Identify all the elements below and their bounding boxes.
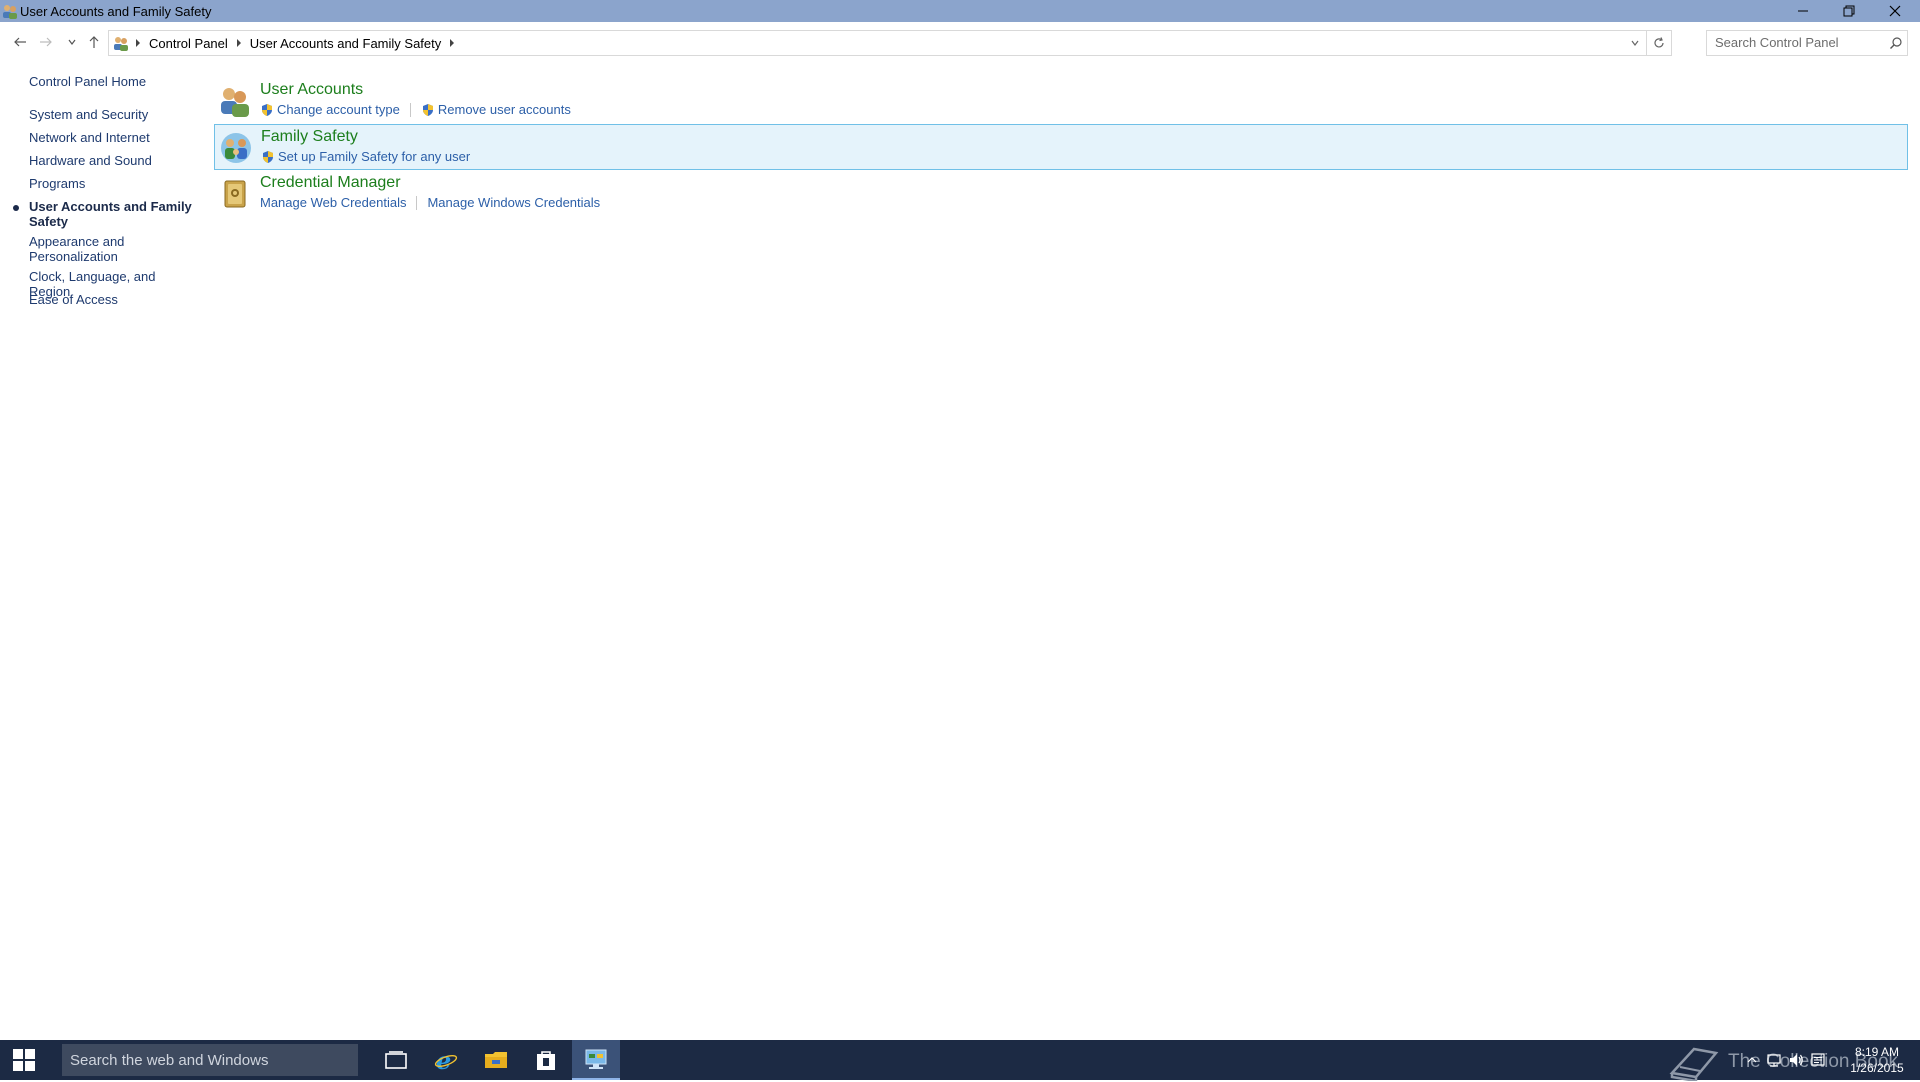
network-button[interactable] xyxy=(1766,1052,1782,1068)
uac-shield-icon xyxy=(262,103,272,116)
search-icon[interactable] xyxy=(1889,36,1903,50)
back-arrow-icon xyxy=(14,37,26,47)
notification-icon xyxy=(1811,1053,1825,1066)
book-logo-icon xyxy=(1669,1047,1719,1081)
sidebar-item-system-security[interactable]: System and Security xyxy=(29,107,194,122)
change-account-type-link[interactable]: Change account type xyxy=(260,102,400,117)
refresh-button[interactable] xyxy=(1646,31,1671,55)
restore-icon xyxy=(1843,5,1855,17)
active-item-bullet xyxy=(13,205,19,211)
users-icon xyxy=(221,88,249,117)
volume-button[interactable] xyxy=(1788,1052,1804,1068)
speaker-icon xyxy=(1790,1054,1803,1066)
forward-button[interactable] xyxy=(36,32,56,52)
start-button[interactable] xyxy=(0,1040,48,1080)
folder-icon xyxy=(485,1052,507,1068)
store-button[interactable] xyxy=(522,1040,570,1080)
category-title[interactable]: Family Safety xyxy=(261,128,358,146)
chevron-down-icon xyxy=(68,39,76,45)
control-panel-icon xyxy=(585,1049,607,1069)
setup-family-safety-link[interactable]: Set up Family Safety for any user xyxy=(261,149,470,164)
sidebar-item-appearance[interactable]: Appearance and Personalization xyxy=(29,234,194,264)
credential-vault-icon xyxy=(224,180,246,208)
sidebar-item-network-internet[interactable]: Network and Internet xyxy=(29,130,194,145)
chevron-right-icon xyxy=(450,39,455,47)
action-center-button[interactable] xyxy=(1810,1052,1826,1068)
back-button[interactable] xyxy=(10,32,30,52)
taskbar-clock[interactable]: 8:19 AM 1/26/2015 xyxy=(1842,1044,1912,1076)
window-title: User Accounts and Family Safety xyxy=(20,4,212,19)
uac-shield-icon xyxy=(422,103,433,116)
breadcrumb-control-panel[interactable]: Control Panel xyxy=(143,36,234,51)
windows-logo-icon xyxy=(13,1049,35,1071)
control-panel-home-link[interactable]: Control Panel Home xyxy=(29,74,194,89)
remove-user-accounts-link[interactable]: Remove user accounts xyxy=(421,102,571,117)
chevron-down-icon xyxy=(1631,40,1639,46)
navigation-bar: Control Panel User Accounts and Family S… xyxy=(0,22,1920,60)
file-explorer-button[interactable] xyxy=(472,1040,520,1080)
breadcrumb-separator[interactable] xyxy=(133,39,143,47)
category-family-safety[interactable]: Family Safety Set up Family Safety for a… xyxy=(214,124,1908,170)
link-separator xyxy=(409,102,411,117)
category-user-accounts[interactable]: User Accounts Change account type Remove… xyxy=(214,78,1908,124)
internet-explorer-icon: e xyxy=(434,1048,458,1072)
up-arrow-icon xyxy=(89,36,99,48)
breadcrumb: Control Panel User Accounts and Family S… xyxy=(113,31,457,55)
category-links: Manage Web Credentials Manage Windows Cr… xyxy=(260,195,600,210)
clock-date: 1/26/2015 xyxy=(1850,1061,1904,1075)
recent-locations-button[interactable] xyxy=(62,32,82,52)
breadcrumb-separator[interactable] xyxy=(447,39,457,47)
control-panel-taskbar-button[interactable] xyxy=(572,1040,620,1080)
chevron-up-icon xyxy=(1747,1057,1757,1063)
taskbar: Search the web and Windows e The Collect… xyxy=(0,1040,1920,1081)
network-icon xyxy=(1767,1054,1781,1067)
category-links: Change account type Remove user accounts xyxy=(260,102,571,117)
store-icon xyxy=(537,1051,555,1070)
chevron-right-icon xyxy=(136,39,140,47)
category-links: Set up Family Safety for any user xyxy=(261,149,470,164)
close-icon xyxy=(1889,5,1901,17)
minimize-button[interactable] xyxy=(1780,0,1826,22)
taskbar-search-box[interactable]: Search the web and Windows xyxy=(62,1044,358,1076)
forward-arrow-icon xyxy=(40,37,52,47)
task-view-icon xyxy=(385,1051,407,1069)
restore-button[interactable] xyxy=(1826,0,1872,22)
search-input[interactable] xyxy=(1707,31,1887,53)
refresh-icon xyxy=(1654,37,1664,48)
sidebar-item-user-accounts[interactable]: User Accounts and Family Safety xyxy=(29,199,194,229)
breadcrumb-separator[interactable] xyxy=(234,39,244,47)
chevron-right-icon xyxy=(236,39,241,47)
internet-explorer-button[interactable]: e xyxy=(422,1040,470,1080)
task-view-button[interactable] xyxy=(372,1040,420,1080)
address-dropdown-button[interactable] xyxy=(1625,31,1645,55)
show-hidden-icons-button[interactable] xyxy=(1744,1052,1760,1068)
manage-web-credentials-link[interactable]: Manage Web Credentials xyxy=(260,195,406,210)
up-button[interactable] xyxy=(84,32,104,52)
family-safety-icon xyxy=(221,133,251,163)
sidebar-item-programs[interactable]: Programs xyxy=(29,176,194,191)
manage-windows-credentials-link[interactable]: Manage Windows Credentials xyxy=(427,195,600,210)
users-icon xyxy=(3,5,17,19)
uac-shield-icon xyxy=(263,150,273,163)
link-separator xyxy=(416,195,418,210)
sidebar-item-hardware-sound[interactable]: Hardware and Sound xyxy=(29,153,194,168)
users-icon xyxy=(114,37,128,51)
category-title[interactable]: Credential Manager xyxy=(260,174,401,192)
taskbar-search-placeholder: Search the web and Windows xyxy=(70,1051,269,1069)
breadcrumb-user-accounts[interactable]: User Accounts and Family Safety xyxy=(244,36,447,51)
category-credential-manager[interactable]: Credential Manager Manage Web Credential… xyxy=(214,171,1908,217)
clock-time: 8:19 AM xyxy=(1854,1045,1900,1059)
sidebar-item-ease-of-access[interactable]: Ease of Access xyxy=(29,292,194,307)
minimize-icon xyxy=(1798,10,1808,12)
close-button[interactable] xyxy=(1872,0,1918,22)
system-tray xyxy=(1744,1052,1826,1068)
address-bar[interactable]: Control Panel User Accounts and Family S… xyxy=(108,30,1672,56)
category-title[interactable]: User Accounts xyxy=(260,81,363,99)
search-box[interactable] xyxy=(1706,30,1908,56)
title-bar: User Accounts and Family Safety xyxy=(0,0,1920,22)
